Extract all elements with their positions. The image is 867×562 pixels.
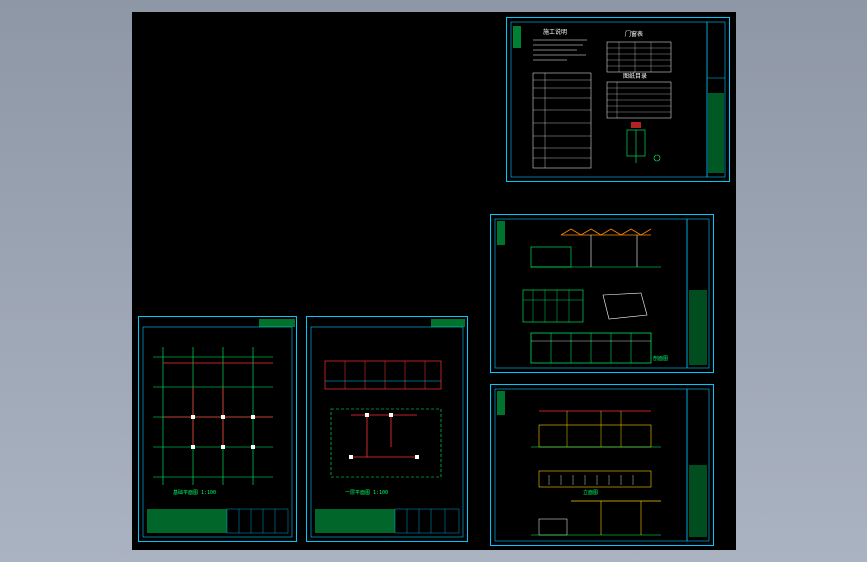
sheet-elevations[interactable]: 立面图 bbox=[490, 384, 714, 546]
notes-drawing bbox=[510, 21, 726, 178]
cad-model-space[interactable]: 施工说明 门窗表 图纸目录 剖面图 立面图 基础平面图 1:100 一层平面图 … bbox=[132, 12, 736, 550]
foundation-plan-drawing bbox=[142, 319, 295, 538]
sheet-floor-plan[interactable]: 一层平面图 1:100 bbox=[306, 316, 468, 542]
drawing-list-title: 图纸目录 bbox=[623, 73, 648, 80]
notes-title: 施工说明 bbox=[543, 29, 568, 36]
floor-plan-caption: 一层平面图 1:100 bbox=[345, 490, 389, 496]
elevations-caption: 立面图 bbox=[583, 490, 599, 496]
sections-drawing bbox=[494, 218, 710, 369]
foundation-plan-caption: 基础平面图 1:100 bbox=[173, 490, 217, 496]
sheet-sections[interactable]: 剖面图 bbox=[490, 214, 714, 373]
sheet-foundation-plan[interactable]: 基础平面图 1:100 bbox=[138, 316, 297, 542]
sheet-general-notes[interactable]: 施工说明 门窗表 图纸目录 bbox=[506, 17, 730, 182]
elevations-drawing bbox=[494, 388, 710, 542]
sections-caption: 剖面图 bbox=[653, 356, 669, 362]
door-window-table-title: 门窗表 bbox=[625, 31, 644, 38]
floor-plan-drawing bbox=[310, 319, 465, 538]
